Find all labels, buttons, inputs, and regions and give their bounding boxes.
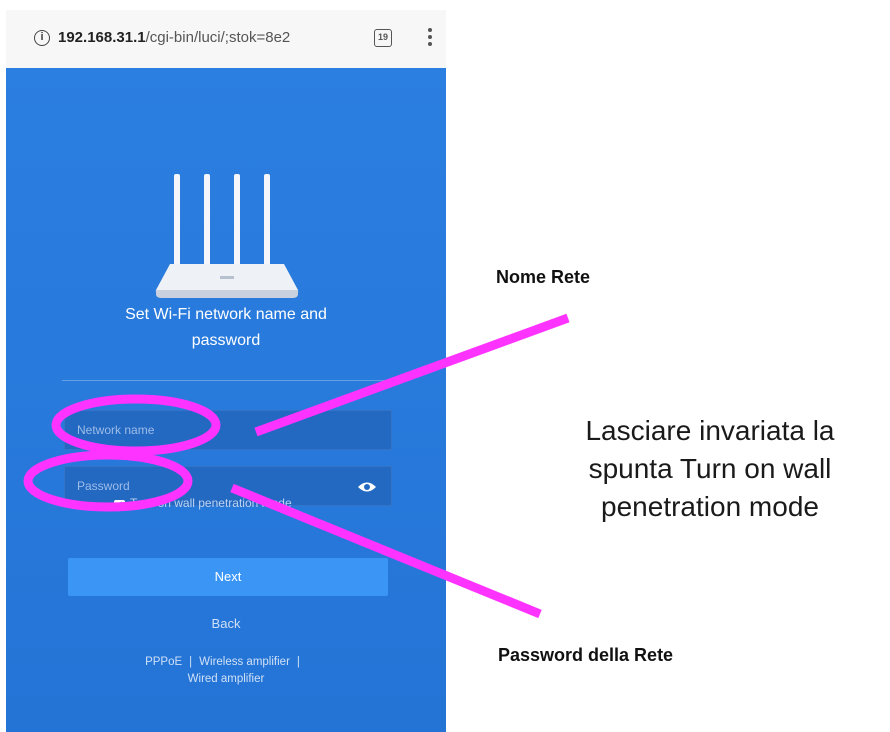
password-highlight-ellipse: [23, 450, 193, 512]
password-annotation: Password della Rete: [498, 645, 674, 665]
annotation-overlay: [23, 313, 570, 619]
note-line-2: spunta Turn on wall: [588, 453, 832, 484]
network-name-pointer-line: [254, 313, 570, 437]
network-name-annotation: Nome Rete: [496, 267, 591, 287]
password-pointer-line: [230, 483, 542, 619]
note-line-1: Lasciare invariata la: [585, 415, 835, 446]
network-name-highlight-ellipse: [51, 394, 221, 456]
wall-penetration-note: Lasciare invariata la spunta Turn on wal…: [532, 412, 888, 526]
note-line-3: penetration mode: [601, 491, 819, 522]
screenshot-canvas: i 192.168.31.1/cgi-bin/luci/;stok=8e2 19…: [0, 0, 890, 732]
